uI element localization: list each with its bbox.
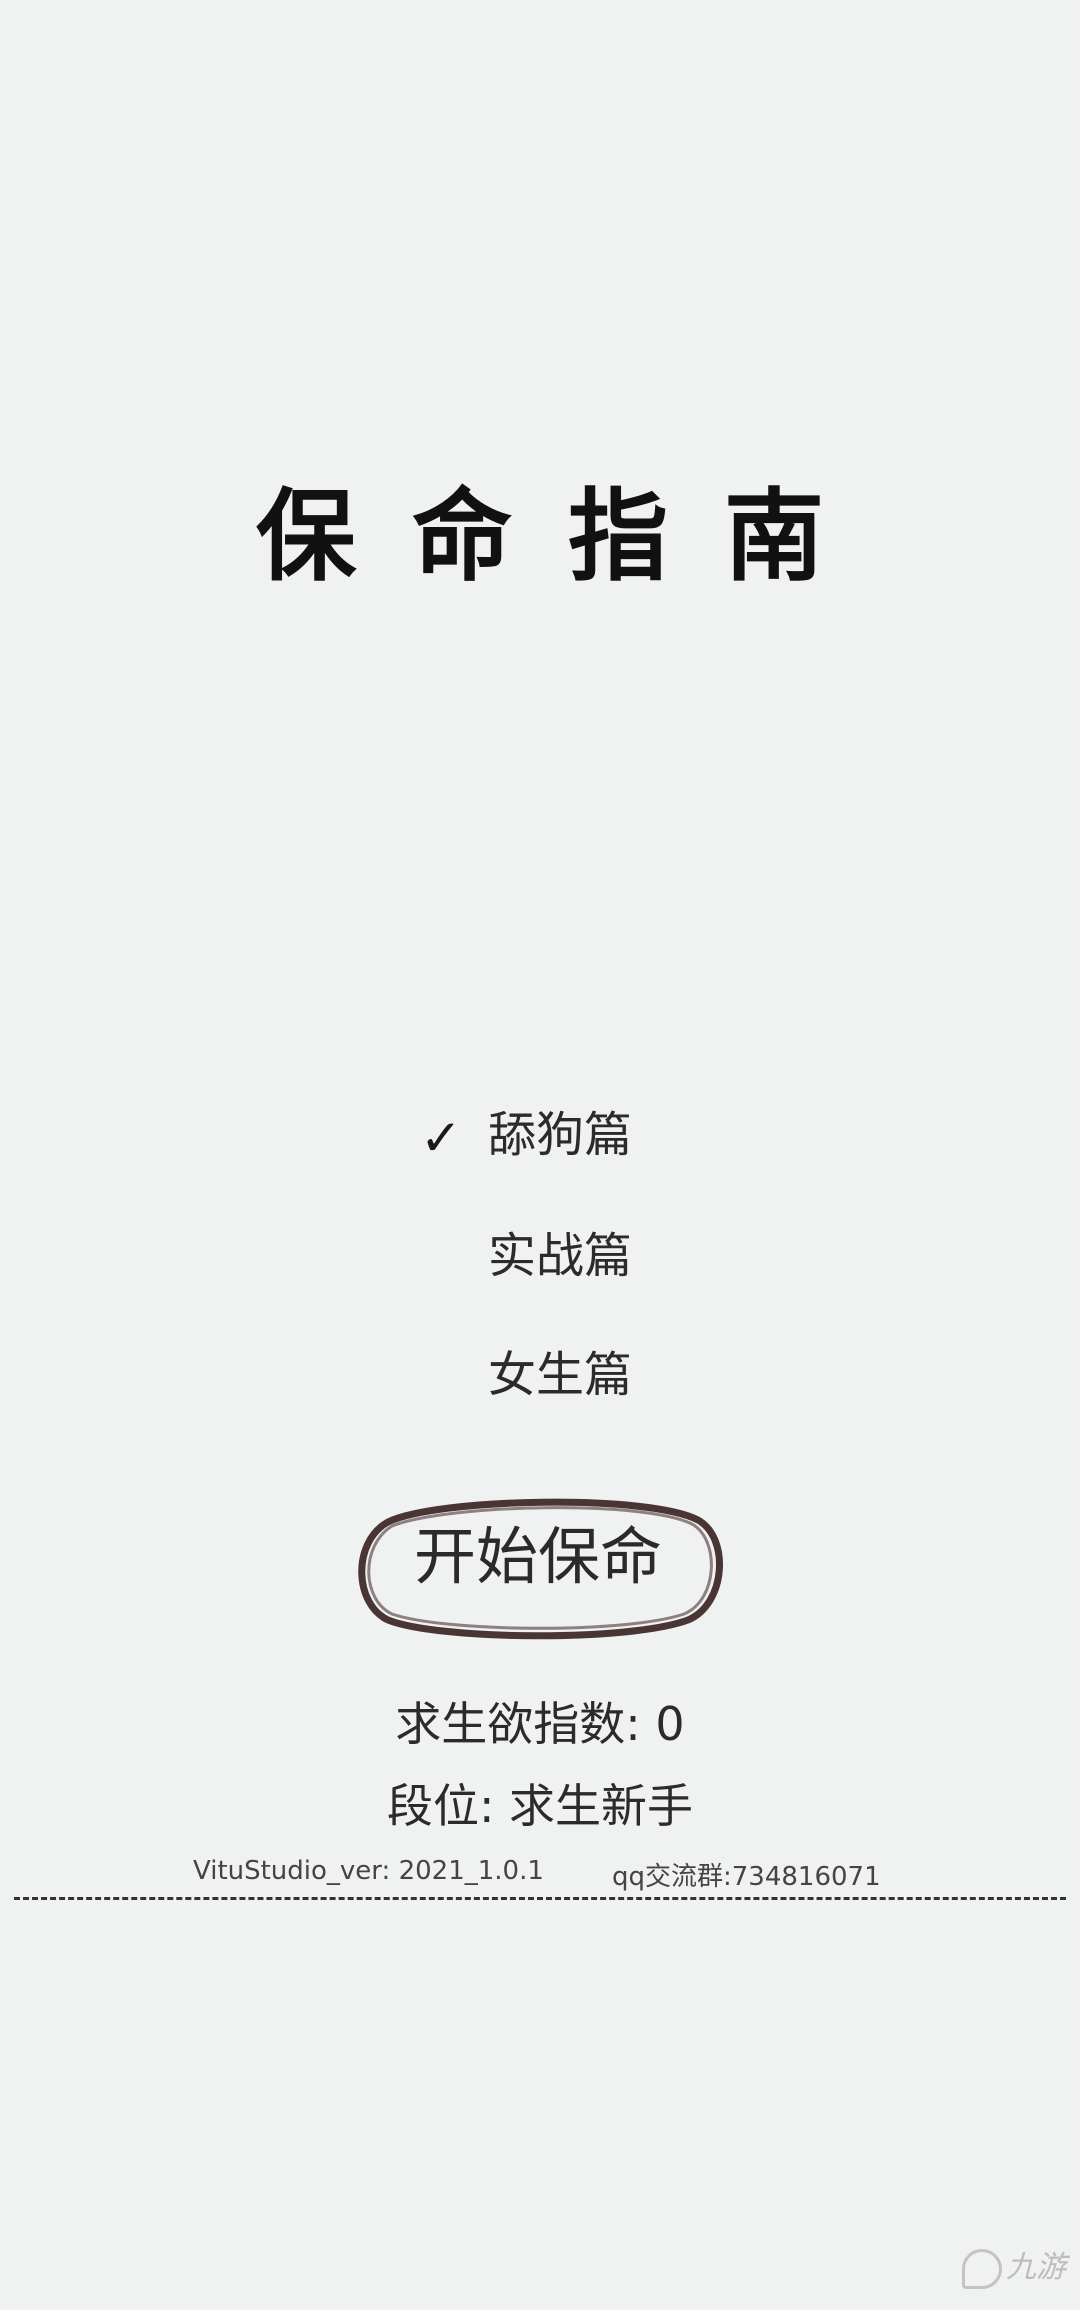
menu-item-shizhan[interactable]: 实战篇 bbox=[400, 1206, 680, 1316]
game-title: 保命指南 bbox=[256, 478, 880, 595]
start-button-label: 开始保命 bbox=[413, 1520, 662, 1593]
menu-item-label: 舔狗篇 bbox=[488, 1107, 633, 1163]
menu-item-nvsheng[interactable]: 女生篇 bbox=[400, 1325, 680, 1435]
watermark: 九游 bbox=[962, 2242, 1072, 2292]
menu-item-label: 女生篇 bbox=[488, 1347, 633, 1403]
dashed-divider bbox=[14, 1897, 1066, 1900]
rank-label: 段位: 求生新手 bbox=[386, 1779, 694, 1833]
check-icon: ✓ bbox=[420, 1109, 462, 1167]
qq-group-text: qq交流群:734816071 bbox=[612, 1862, 881, 1892]
watermark-text: 九游 bbox=[1006, 2250, 1066, 2285]
version-text: VituStudio_ver: 2021_1.0.1 bbox=[193, 1856, 544, 1886]
menu-item-tiangou[interactable]: ✓ 舔狗篇 bbox=[400, 1085, 680, 1195]
start-button[interactable]: 开始保命 bbox=[348, 1492, 728, 1642]
menu-item-label: 实战篇 bbox=[488, 1228, 633, 1284]
survival-index: 求生欲指数: 0 bbox=[395, 1697, 685, 1751]
jiuyou-logo-icon bbox=[962, 2248, 1002, 2289]
